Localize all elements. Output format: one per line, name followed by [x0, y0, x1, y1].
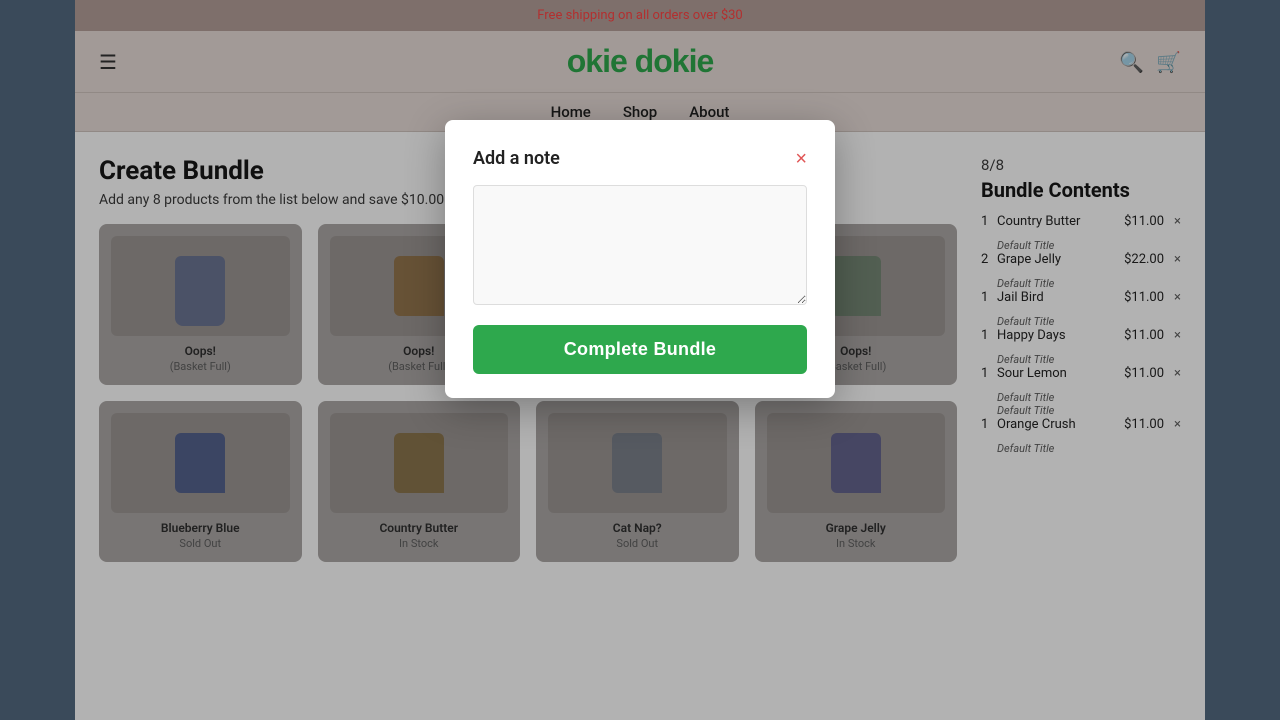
complete-bundle-button[interactable]: Complete Bundle	[473, 325, 807, 374]
modal-header: Add a note ×	[473, 148, 807, 169]
modal-close-button[interactable]: ×	[795, 149, 807, 169]
modal-overlay: Add a note × Complete Bundle	[75, 0, 1205, 720]
add-note-modal: Add a note × Complete Bundle	[445, 120, 835, 398]
modal-title: Add a note	[473, 148, 560, 169]
note-textarea[interactable]	[473, 185, 807, 305]
